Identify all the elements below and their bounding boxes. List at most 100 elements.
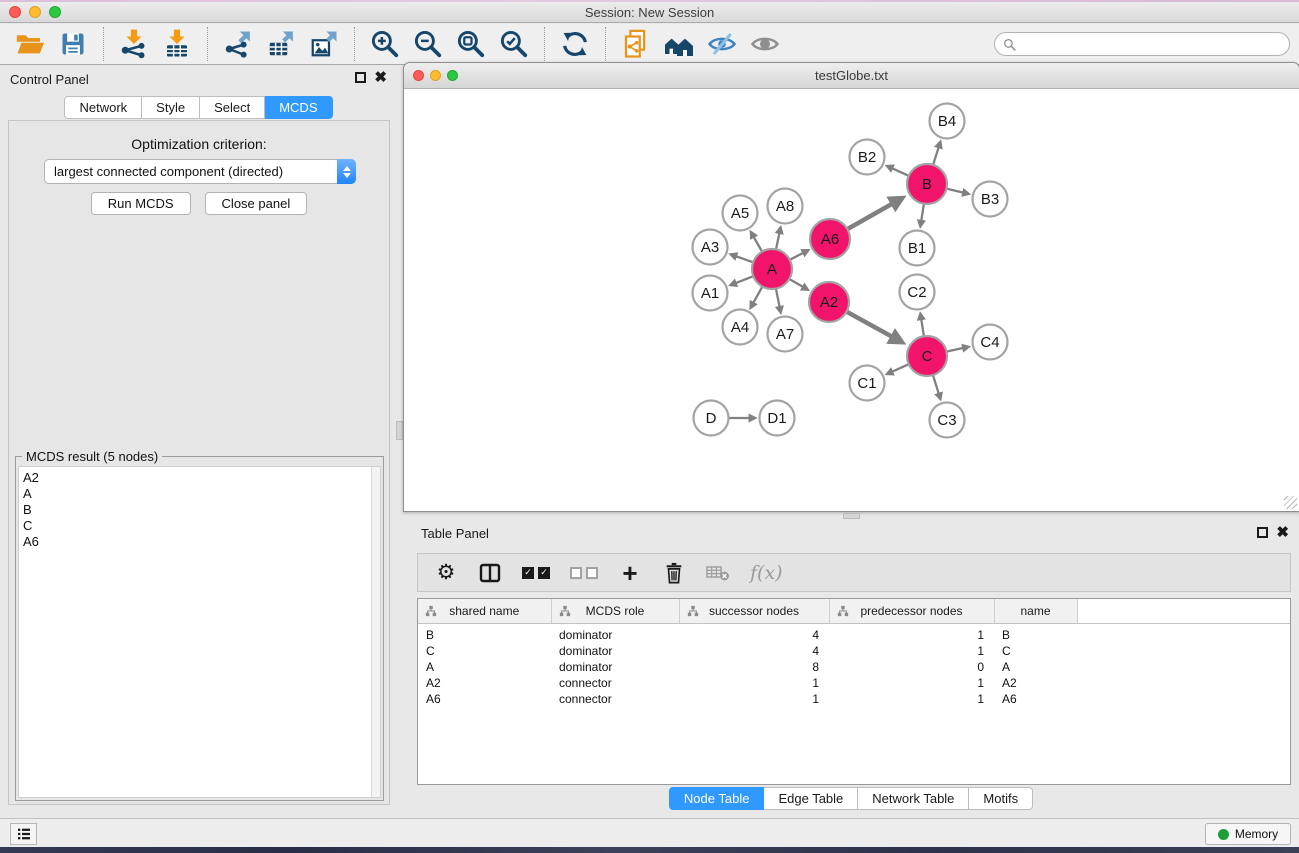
graph-node-C3[interactable]: C3 — [930, 403, 965, 438]
graph-node-A4[interactable]: A4 — [723, 310, 758, 345]
criterion-dropdown[interactable]: largest connected component (directed) — [44, 159, 356, 184]
column-header-name[interactable]: name — [994, 599, 1077, 623]
graph-edge-B-B4[interactable] — [933, 142, 940, 165]
graph-node-A5[interactable]: A5 — [723, 196, 758, 231]
tab-network[interactable]: Network — [64, 96, 142, 119]
graph-edge-A-A5[interactable] — [751, 232, 762, 251]
graph-edge-A-A3[interactable] — [731, 254, 753, 262]
run-mcds-button[interactable]: Run MCDS — [91, 192, 191, 215]
tab-network-table[interactable]: Network Table — [858, 787, 969, 810]
table-row[interactable]: A6connector 11 A6 — [418, 691, 1290, 707]
column-header-shared-name[interactable]: shared name — [418, 599, 551, 623]
horizontal-splitter-handle[interactable] — [843, 513, 860, 519]
list-item[interactable]: A6 — [19, 534, 380, 550]
close-panel-icon[interactable]: ✖ — [374, 72, 387, 83]
graph-edge-A-A6[interactable] — [790, 250, 808, 260]
graph-node-C[interactable]: C — [907, 336, 947, 376]
graph-node-C1[interactable]: C1 — [850, 366, 885, 401]
column-header-successor-nodes[interactable]: successor nodes — [679, 599, 829, 623]
tab-mcds[interactable]: MCDS — [265, 96, 332, 119]
open-recent-icon[interactable] — [618, 27, 654, 61]
graph-edge-C-C3[interactable] — [933, 375, 940, 399]
delete-row-trash-icon[interactable] — [662, 558, 686, 588]
zoom-in-icon[interactable] — [367, 27, 403, 61]
vertical-splitter-handle[interactable] — [396, 421, 403, 440]
graph-edge-B-B2[interactable] — [887, 166, 909, 176]
graph-edge-C-C2[interactable] — [920, 314, 924, 336]
table-row[interactable]: A2connector 11 A2 — [418, 675, 1290, 691]
graph-node-D1[interactable]: D1 — [760, 401, 795, 436]
network-window-titlebar[interactable]: testGlobe.txt — [404, 63, 1299, 89]
graph-node-A7[interactable]: A7 — [768, 317, 803, 352]
table-row[interactable]: Bdominator 41 B — [418, 627, 1290, 643]
list-item[interactable]: A2 — [19, 470, 380, 486]
graph-node-B[interactable]: B — [907, 164, 947, 204]
open-session-icon[interactable] — [12, 27, 48, 61]
tab-edge-table[interactable]: Edge Table — [764, 787, 858, 810]
tab-select[interactable]: Select — [200, 96, 265, 119]
create-column-icon[interactable] — [478, 558, 502, 588]
window-resize-grip[interactable] — [1284, 496, 1297, 509]
graph-edge-A6-B[interactable] — [847, 198, 901, 229]
graph-node-B4[interactable]: B4 — [930, 104, 965, 139]
graph-node-B2[interactable]: B2 — [850, 140, 885, 175]
task-history-button[interactable] — [10, 823, 37, 845]
tab-motifs[interactable]: Motifs — [969, 787, 1033, 810]
graph-edge-A-A7[interactable] — [776, 289, 781, 313]
graph-node-D[interactable]: D — [694, 401, 729, 436]
graph-edge-A-A4[interactable] — [751, 287, 763, 308]
graph-edge-B-B3[interactable] — [946, 189, 968, 194]
mcds-result-list[interactable]: A2 A B C A6 — [18, 466, 381, 798]
graph-node-A[interactable]: A — [752, 249, 792, 289]
save-session-icon[interactable] — [55, 27, 91, 61]
tab-node-table[interactable]: Node Table — [669, 787, 765, 810]
graph-node-A6[interactable]: A6 — [810, 219, 850, 259]
export-network-icon[interactable] — [220, 27, 256, 61]
select-all-icon[interactable]: ✓✓ — [522, 558, 550, 588]
export-image-icon[interactable] — [306, 27, 342, 61]
graph-node-B1[interactable]: B1 — [900, 231, 935, 266]
float-table-panel-icon[interactable] — [1257, 527, 1268, 538]
zoom-out-icon[interactable] — [410, 27, 446, 61]
table-row[interactable]: Adominator 80 A — [418, 659, 1290, 675]
network-graph[interactable]: AA1A2A3A4A5A6A7A8BB1B2B3B4CC1C2C3C4DD1 — [404, 89, 1298, 511]
graph-node-A2[interactable]: A2 — [809, 282, 849, 322]
table-settings-gear-icon[interactable]: ⚙ — [434, 558, 458, 588]
graph-edge-A-A1[interactable] — [731, 276, 754, 285]
graph-edge-A-A2[interactable] — [789, 279, 807, 290]
hide-details-icon[interactable] — [704, 27, 740, 61]
deselect-all-icon[interactable] — [570, 558, 598, 588]
network-canvas[interactable]: AA1A2A3A4A5A6A7A8BB1B2B3B4CC1C2C3C4DD1 — [404, 89, 1299, 511]
graph-edge-C-C1[interactable] — [887, 364, 909, 374]
graph-node-C4[interactable]: C4 — [973, 325, 1008, 360]
import-network-icon[interactable] — [116, 27, 152, 61]
export-table-icon[interactable] — [263, 27, 299, 61]
table-row[interactable]: Cdominator 41 C — [418, 643, 1290, 659]
list-scrollbar[interactable] — [371, 467, 380, 797]
graph-node-A3[interactable]: A3 — [693, 230, 728, 265]
delete-table-icon[interactable] — [706, 558, 730, 588]
graph-node-A1[interactable]: A1 — [693, 276, 728, 311]
search-field[interactable] — [994, 32, 1290, 56]
home-icon[interactable] — [661, 27, 697, 61]
show-details-icon[interactable] — [747, 27, 783, 61]
close-panel-button[interactable]: Close panel — [205, 192, 308, 215]
memory-button[interactable]: Memory — [1205, 823, 1291, 845]
graph-edge-A2-C[interactable] — [847, 312, 902, 342]
search-input[interactable] — [1021, 37, 1281, 52]
graph-node-C2[interactable]: C2 — [900, 275, 935, 310]
tab-style[interactable]: Style — [142, 96, 200, 119]
column-header-predecessor-nodes[interactable]: predecessor nodes — [829, 599, 994, 623]
add-row-plus-icon[interactable]: + — [618, 558, 642, 588]
dropdown-stepper-icon[interactable] — [337, 159, 356, 184]
graph-edge-B-B1[interactable] — [920, 204, 924, 226]
graph-node-B3[interactable]: B3 — [973, 182, 1008, 217]
float-panel-icon[interactable] — [355, 72, 366, 83]
refresh-icon[interactable] — [557, 27, 593, 61]
list-item[interactable]: B — [19, 502, 380, 518]
close-table-panel-icon[interactable]: ✖ — [1276, 527, 1289, 538]
zoom-fit-icon[interactable] — [453, 27, 489, 61]
main-titlebar[interactable]: Session: New Session — [0, 2, 1299, 23]
graph-edge-A-A8[interactable] — [776, 228, 780, 250]
column-header-mcds-role[interactable]: MCDS role — [551, 599, 679, 623]
